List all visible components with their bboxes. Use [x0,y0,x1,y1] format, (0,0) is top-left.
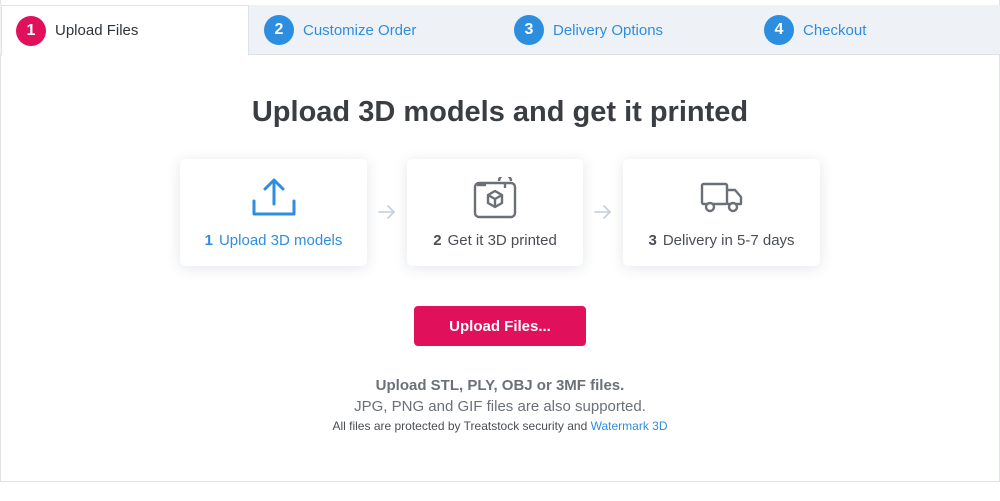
step-number: 3 [514,15,544,45]
upload-files-button[interactable]: Upload Files... [414,306,586,346]
card-caption: 3 Delivery in 5-7 days [623,232,820,249]
step-card-delivery: 3 Delivery in 5-7 days [623,159,820,266]
upload-icon [251,177,297,219]
step-card-print: 2 Get it 3D printed [407,159,583,266]
supported-formats-text: Upload STL, PLY, OBJ or 3MF files. [375,377,625,394]
step-number: 4 [764,15,794,45]
watermark-3d-link[interactable]: Watermark 3D [591,419,668,433]
card-caption: 2 Get it 3D printed [407,232,583,249]
arrow-right-icon [378,205,395,219]
card-label: Delivery in 5-7 days [662,232,795,249]
3d-printer-icon [472,177,518,219]
step-number: 2 [264,15,294,45]
page-title: Upload 3D models and get it printed [251,96,749,128]
tab-delivery-options[interactable]: 3 Delivery Options [514,5,663,55]
card-caption: 1 Upload 3D models [180,232,367,249]
step-label: Customize Order [303,21,417,39]
card-number: 3 [648,232,657,249]
tab-upload-files[interactable]: 1 Upload Files [1,5,249,56]
order-steps: 1 Upload Files 2 Customize Order 3 Deliv… [0,5,1000,56]
tab-checkout[interactable]: 4 Checkout [764,5,866,55]
card-number: 1 [204,232,213,249]
tab-customize-order[interactable]: 2 Customize Order [264,5,416,55]
step-label: Checkout [803,21,867,39]
step-number: 1 [16,15,46,46]
arrow-right-icon [594,205,611,219]
step-label: Delivery Options [553,21,664,39]
truck-icon [699,177,745,219]
step-card-upload: 1 Upload 3D models [180,159,367,266]
card-label: Upload 3D models [218,232,343,249]
card-label: Get it 3D printed [447,232,557,249]
protection-text: All files are protected by Treatstock se… [332,419,588,433]
image-formats-text: JPG, PNG and GIF files are also supporte… [354,398,646,415]
protection-note: All files are protected by Treatstock se… [0,419,1000,433]
card-number: 2 [433,232,442,249]
step-label: Upload Files [55,22,139,39]
